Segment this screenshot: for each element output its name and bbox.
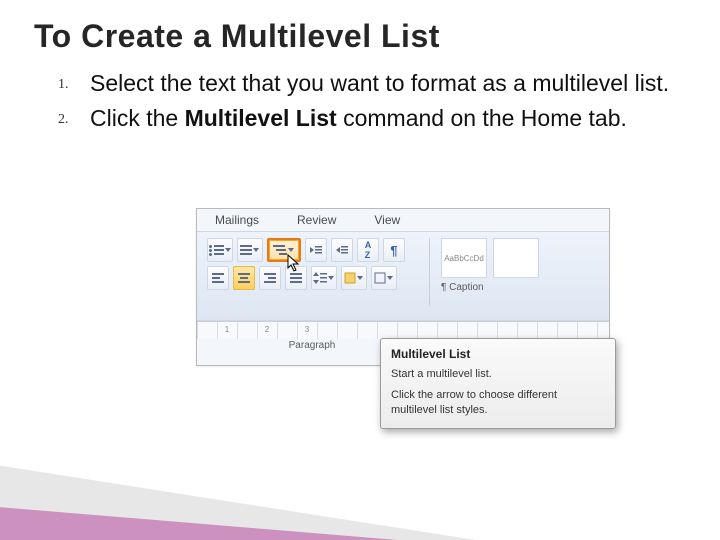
slide: To Create a Multilevel List 1. Select th…	[0, 0, 720, 540]
tooltip-title: Multilevel List	[391, 347, 605, 361]
tab-mailings[interactable]: Mailings	[215, 213, 259, 231]
shading-button[interactable]	[341, 266, 367, 290]
tab-view[interactable]: View	[374, 213, 400, 231]
instruction-list: 1. Select the text that you want to form…	[34, 69, 686, 134]
decrease-indent-button[interactable]	[305, 238, 327, 262]
ribbon-tabs: Mailings Review View	[197, 209, 609, 231]
align-right-button[interactable]	[259, 266, 281, 290]
chevron-down-icon	[224, 248, 232, 252]
list-number: 1.	[58, 69, 90, 98]
line-spacing-button[interactable]	[311, 266, 337, 290]
list-item: 2. Click the Multilevel List command on …	[58, 104, 686, 133]
group-divider	[429, 238, 430, 306]
borders-button[interactable]	[371, 266, 397, 290]
increase-indent-button[interactable]	[331, 238, 353, 262]
list-item: 1. Select the text that you want to form…	[58, 69, 686, 98]
tooltip: Multilevel List Start a multilevel list.…	[380, 338, 616, 429]
style-caption: ¶ Caption	[441, 282, 539, 293]
slide-title: To Create a Multilevel List	[34, 18, 686, 55]
list-text: Click the Multilevel List command on the…	[90, 104, 627, 133]
chevron-down-icon	[386, 276, 394, 280]
ribbon-body: AZ ¶ Paragraph AaBbCcDd	[197, 231, 609, 321]
align-left-button[interactable]	[207, 266, 229, 290]
styles-group: AaBbCcDd ¶ Caption	[441, 238, 539, 293]
list-number: 2.	[58, 104, 90, 133]
sort-button[interactable]: AZ	[357, 238, 379, 262]
list-text: Select the text that you want to format …	[90, 69, 669, 98]
paragraph-group: AZ ¶ Paragraph	[207, 238, 417, 351]
tooltip-line: Click the arrow to choose different mult…	[391, 388, 605, 418]
numbering-button[interactable]	[237, 238, 263, 262]
style-preview[interactable]	[493, 238, 539, 278]
show-hide-button[interactable]: ¶	[383, 238, 405, 262]
justify-button[interactable]	[285, 266, 307, 290]
align-center-button[interactable]	[233, 266, 255, 290]
chevron-down-icon	[287, 248, 295, 252]
style-preview[interactable]: AaBbCcDd	[441, 238, 487, 278]
bullets-button[interactable]	[207, 238, 233, 262]
tab-review[interactable]: Review	[297, 213, 336, 231]
multilevel-list-button[interactable]	[267, 238, 301, 262]
chevron-down-icon	[356, 276, 364, 280]
decorative-swoosh	[0, 504, 522, 540]
tooltip-line: Start a multilevel list.	[391, 367, 605, 382]
chevron-down-icon	[327, 276, 335, 280]
chevron-down-icon	[252, 248, 260, 252]
